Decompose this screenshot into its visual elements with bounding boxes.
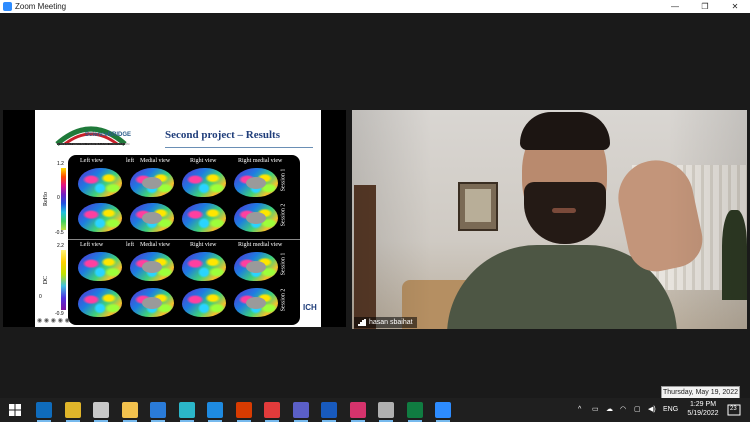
chrome-icon[interactable] [64, 402, 81, 418]
notification-count: 23 [730, 406, 737, 412]
maximize-button[interactable]: ❐ [690, 0, 720, 13]
brain-map [182, 252, 226, 281]
video-vignette [352, 110, 747, 329]
logo-subtitle: STRENGTHENING PHARMA AND INNOVATION [57, 142, 130, 146]
slide-control-icons[interactable]: ◉ ◉ ◉ ◉ ◉ [37, 317, 70, 324]
reho-scale-max: 1.2 [57, 161, 64, 167]
brain-map [182, 168, 226, 197]
brain-map [234, 168, 278, 197]
dc-colorbar [61, 250, 66, 310]
meeting-stage: ScienceBRIDGE STRENGTHENING PHARMA AND I… [0, 13, 750, 398]
participant-name-tag: hasan sbaihat [354, 317, 417, 328]
logo-text: ScienceBRIDGE [85, 132, 132, 138]
notification-center-icon[interactable]: 23 [727, 403, 741, 417]
label-left-dc: left [126, 242, 134, 248]
tray-cloud-icon[interactable]: ☁ [606, 402, 613, 418]
brain-map [234, 203, 278, 232]
title-bar: Zoom Meeting — ❐ ✕ [0, 0, 750, 13]
label-session-2-bottom: Session 2 [280, 288, 287, 312]
zoom-app-icon [3, 2, 12, 11]
label-medial-view: Medial view [140, 158, 171, 164]
label-right-medial-view-dc: Right medial view [238, 242, 283, 248]
minimize-button[interactable]: — [660, 0, 690, 13]
photos-icon[interactable] [93, 402, 109, 418]
snipping-icon[interactable] [349, 402, 366, 418]
brain-map [78, 168, 122, 197]
language-indicator[interactable]: ENG [663, 402, 678, 418]
brain-map [182, 203, 226, 232]
participant-name: hasan sbaihat [369, 319, 413, 326]
tray-device-icon[interactable]: ▭ [592, 402, 599, 418]
label-left-view: Left view [80, 158, 104, 164]
brain-map [78, 252, 122, 281]
mail-icon[interactable] [207, 402, 223, 418]
dc-scale-zero: 0 [39, 294, 42, 300]
brain-figure-panel: Left view left Medial view Right view Ri… [68, 155, 300, 325]
taskbar-clock[interactable]: 1:29 PM 5/19/2022 [683, 400, 723, 418]
office-icon[interactable] [235, 402, 252, 418]
media-icon[interactable] [378, 402, 394, 418]
participant-video[interactable]: hasan sbaihat [352, 110, 747, 329]
brain-map [130, 288, 174, 317]
label-right-medial-view: Right medial view [238, 158, 283, 164]
label-session-2-top: Session 2 [280, 203, 287, 227]
ich-logo-text: ICH [303, 303, 317, 312]
anydesk-icon[interactable] [264, 402, 280, 418]
clock-date: 5/19/2022 [687, 410, 719, 417]
volume-icon[interactable]: ◀) [648, 402, 656, 418]
screen-share-view[interactable]: ScienceBRIDGE STRENGTHENING PHARMA AND I… [3, 110, 346, 327]
brain-map [130, 203, 174, 232]
title-rule [165, 147, 313, 148]
excel-icon[interactable] [406, 402, 423, 418]
label-medial-view-dc: Medial view [140, 242, 171, 248]
teams-icon[interactable] [292, 402, 309, 418]
brain-map [234, 252, 278, 281]
dc-scale-max: 2.2 [57, 243, 64, 249]
slide-title: Second project – Results [165, 129, 280, 141]
metric-label-reho: ReHo [43, 192, 49, 206]
label-left-view-dc: Left view [80, 242, 104, 248]
label-right-view-dc: Right view [190, 242, 217, 248]
tray-caret-icon[interactable]: ^ [578, 402, 581, 418]
brain-map [130, 168, 174, 197]
label-right-view: Right view [190, 158, 217, 164]
reho-scale-zero: 0 [57, 195, 60, 201]
edge-icon[interactable] [178, 402, 195, 418]
reho-colorbar [61, 168, 66, 230]
signal-strength-icon [358, 319, 366, 326]
windows-start-icon[interactable] [9, 404, 21, 416]
close-button[interactable]: ✕ [720, 0, 750, 13]
outlook-icon[interactable] [36, 402, 52, 418]
brain-map [78, 288, 122, 317]
label-session-1-top: Session 1 [280, 168, 287, 192]
label-left: left [126, 158, 134, 164]
monitor-icon[interactable]: ▢ [634, 402, 641, 418]
clock-time: 1:29 PM [689, 401, 717, 408]
label-session-1-bottom: Session 1 [280, 252, 287, 276]
wifi-icon[interactable]: ◠ [620, 402, 626, 418]
windows-taskbar: ^ ▭ ☁ ◠ ▢ ◀) ENG [0, 398, 750, 422]
brain-map [182, 288, 226, 317]
zoom-icon[interactable] [435, 402, 451, 418]
reho-scale-min: -0.5 [55, 230, 64, 236]
brain-map [130, 252, 174, 281]
file-explorer-icon[interactable] [121, 402, 138, 418]
presentation-slide: ScienceBRIDGE STRENGTHENING PHARMA AND I… [35, 110, 321, 327]
metric-label-dc: DC [43, 275, 50, 285]
figure-divider [68, 239, 300, 240]
brain-map [78, 203, 122, 232]
brain-map [234, 288, 278, 317]
calendar-icon[interactable] [150, 402, 166, 418]
window-title: Zoom Meeting [15, 2, 67, 11]
word-icon[interactable] [321, 402, 337, 418]
